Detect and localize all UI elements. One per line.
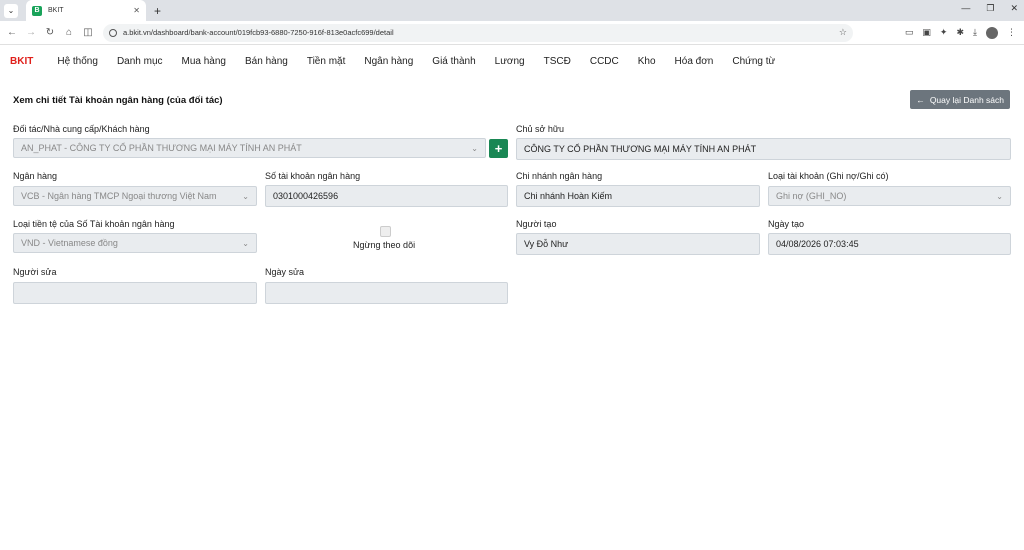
back-to-list-label: Quay lại Danh sách <box>929 94 1004 105</box>
created-date-label: Ngày tạo <box>768 219 805 229</box>
owner-value: CÔNG TY CỔ PHẦN THƯƠNG MẠI MÁY TÍNH AN P… <box>524 144 757 154</box>
editor-label: Người sửa <box>13 267 57 277</box>
account-type-label: Loại tài khoản (Ghi nợ/Ghi có) <box>768 171 889 181</box>
home-icon[interactable]: ⌂ <box>61 27 77 38</box>
edited-date-field[interactable] <box>265 282 508 304</box>
currency-value: VND - Vietnamese đồng <box>21 238 118 248</box>
tab-search-button[interactable]: ⌄ <box>4 3 18 18</box>
address-bar-row: ← → ↻ ⌂ ◫ a.bkit.vn/dashboard/bank-accou… <box>0 21 1024 45</box>
nav-item-he-thong[interactable]: Hệ thống <box>57 56 98 67</box>
currency-label: Loại tiền tệ của Số Tài khoản ngân hàng <box>13 219 175 229</box>
branch-value: Chi nhánh Hoàn Kiếm <box>524 191 613 201</box>
bookmark-star-icon[interactable]: ☆ <box>839 27 847 38</box>
tab-title: BKIT <box>48 7 64 14</box>
chevron-down-icon: ⌄ <box>242 191 249 201</box>
bug-icon[interactable]: ✱ <box>956 27 964 38</box>
reload-icon[interactable]: ↻ <box>42 27 58 38</box>
menu-icon[interactable]: ⋮ <box>1007 27 1016 38</box>
owner-label: Chủ sở hữu <box>516 124 564 134</box>
account-type-value: Ghi nợ (GHI_NO) <box>776 191 847 201</box>
chevron-down-icon: ⌄ <box>242 238 249 248</box>
plus-icon: + <box>494 141 503 156</box>
page-title: Xem chi tiết Tài khoản ngân hàng (của đố… <box>13 95 223 106</box>
url-text: a.bkit.vn/dashboard/bank-account/019fcb9… <box>123 28 394 37</box>
nav-item-ccdc[interactable]: CCDC <box>590 56 619 67</box>
branch-label: Chi nhánh ngân hàng <box>516 171 603 181</box>
nav-item-luong[interactable]: Lương <box>495 56 525 67</box>
nav-item-hoa-don[interactable]: Hóa đơn <box>675 56 714 67</box>
stop-tracking-checkbox[interactable] <box>380 226 391 237</box>
nav-item-gia-thanh[interactable]: Giá thành <box>432 56 475 67</box>
back-icon[interactable]: ← <box>4 27 20 38</box>
app-navbar: BKIT Hệ thống Danh mục Mua hàng Bán hàng… <box>0 46 1024 76</box>
restore-icon[interactable]: ❐ <box>986 3 994 14</box>
nav-item-mua-hang[interactable]: Mua hàng <box>182 56 226 67</box>
extensions-icon[interactable]: ✦ <box>940 27 948 38</box>
currency-select[interactable]: VND - Vietnamese đồng ⌄ <box>13 233 257 253</box>
download-icon[interactable]: ⤓ <box>973 27 977 38</box>
chevron-down-icon: ⌄ <box>471 143 478 153</box>
nav-item-ban-hang[interactable]: Bán hàng <box>245 56 288 67</box>
partner-select[interactable]: AN_PHAT - CÔNG TY CỔ PHẦN THƯƠNG MẠI MÁY… <box>13 138 486 158</box>
partner-value: AN_PHAT - CÔNG TY CỔ PHẦN THƯƠNG MẠI MÁY… <box>21 143 302 153</box>
creator-field[interactable]: Vy Đỗ Như <box>516 233 760 255</box>
nav-item-chung-tu[interactable]: Chứng từ <box>732 56 775 67</box>
bank-value: VCB - Ngân hàng TMCP Ngoại thương Việt N… <box>21 191 217 201</box>
bank-label: Ngân hàng <box>13 171 58 181</box>
add-partner-button[interactable]: + <box>489 139 508 158</box>
arrow-left-icon: ← <box>916 94 925 105</box>
creator-value: Vy Đỗ Như <box>524 239 569 249</box>
close-window-icon[interactable]: ✕ <box>1010 3 1018 14</box>
created-date-field[interactable]: 04/08/2026 07:03:45 <box>768 233 1011 255</box>
new-tab-button[interactable]: + <box>154 4 161 18</box>
account-number-label: Số tài khoản ngân hàng <box>265 171 361 181</box>
bank-select[interactable]: VCB - Ngân hàng TMCP Ngoại thương Việt N… <box>13 186 257 206</box>
forward-icon[interactable]: → <box>23 27 39 38</box>
reading-mode-icon[interactable]: ▣ <box>922 27 931 38</box>
account-number-field[interactable]: 0301000426596 <box>265 185 508 207</box>
edited-date-label: Ngày sửa <box>265 267 305 277</box>
browser-extensions: ▭ ▣ ✦ ✱ ⤓ ⋮ <box>905 26 1020 39</box>
card-icon[interactable]: ▭ <box>905 27 914 38</box>
stop-tracking-label: Ngừng theo dõi <box>353 240 416 250</box>
created-date-value: 04/08/2026 07:03:45 <box>776 239 859 249</box>
nav-item-danh-muc[interactable]: Danh mục <box>117 56 163 67</box>
chevron-down-icon: ⌄ <box>996 191 1003 201</box>
browser-tab-bar: ⌄ B BKIT ✕ + — ❐ ✕ <box>0 0 1024 21</box>
brand-logo[interactable]: BKIT <box>10 56 33 67</box>
window-controls: — ❐ ✕ <box>961 3 1018 14</box>
profile-avatar[interactable] <box>986 26 998 39</box>
owner-field[interactable]: CÔNG TY CỔ PHẦN THƯƠNG MẠI MÁY TÍNH AN P… <box>516 138 1011 160</box>
partner-label: Đối tác/Nhà cung cấp/Khách hàng <box>13 124 150 134</box>
sidebar-icon[interactable]: ◫ <box>80 27 96 38</box>
detail-page: Xem chi tiết Tài khoản ngân hàng (của đố… <box>0 76 1024 546</box>
nav-item-ngan-hang[interactable]: Ngân hàng <box>364 56 413 67</box>
nav-item-tien-mat[interactable]: Tiền mặt <box>307 56 346 67</box>
close-tab-icon[interactable]: ✕ <box>133 6 140 15</box>
url-input[interactable]: a.bkit.vn/dashboard/bank-account/019fcb9… <box>103 23 853 42</box>
account-number-value: 0301000426596 <box>273 191 339 201</box>
editor-field[interactable] <box>13 282 257 304</box>
branch-field[interactable]: Chi nhánh Hoàn Kiếm <box>516 185 760 207</box>
minimize-icon[interactable]: — <box>961 3 970 14</box>
account-type-select[interactable]: Ghi nợ (GHI_NO) ⌄ <box>768 186 1011 206</box>
nav-item-kho[interactable]: Kho <box>638 56 656 67</box>
nav-item-tscd[interactable]: TSCĐ <box>544 56 571 67</box>
favicon: B <box>32 5 42 16</box>
browser-tab[interactable]: B BKIT ✕ <box>26 0 146 21</box>
site-info-icon[interactable] <box>109 28 117 37</box>
back-to-list-button[interactable]: ← Quay lại Danh sách <box>910 90 1010 109</box>
creator-label: Người tạo <box>516 219 557 229</box>
